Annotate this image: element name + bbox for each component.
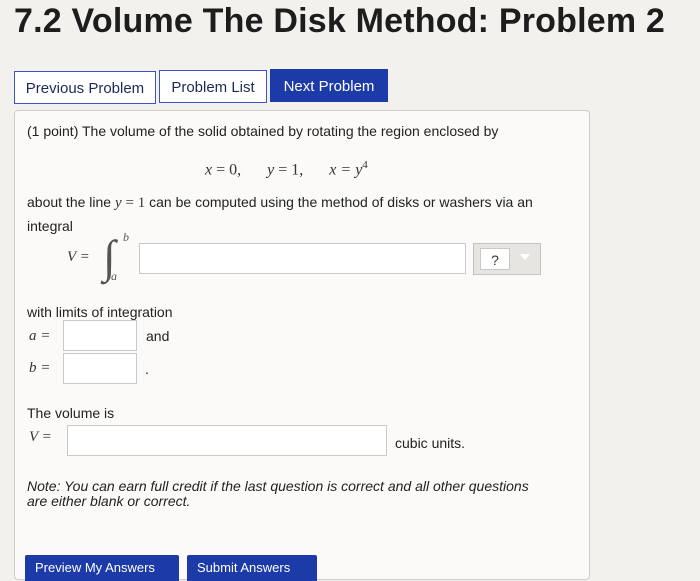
and-word: and — [146, 328, 170, 344]
cubic-units-label: cubic units. — [395, 435, 466, 451]
problem-list-button[interactable]: Problem List — [159, 70, 267, 103]
a-label: a = — [29, 328, 51, 344]
integral-lhs: V = — [67, 249, 90, 265]
about-post: can be computed using the method of disk… — [149, 194, 533, 210]
eq1-value: = 0, — [216, 161, 242, 179]
next-problem-button[interactable]: Next Problem — [270, 69, 388, 102]
preview-answers-button[interactable]: Preview My Answers — [25, 555, 179, 581]
upper-limit-input[interactable] — [63, 353, 137, 384]
page-title: 7.2 Volume The Disk Method: Problem 2 — [14, 2, 666, 40]
eq3-exponent: 4 — [362, 159, 368, 171]
submit-answers-button[interactable]: Submit Answers — [187, 555, 317, 581]
lower-limit: a — [111, 269, 117, 283]
previous-problem-button[interactable]: Previous Problem — [14, 71, 156, 104]
about-var: y — [114, 195, 122, 211]
b-label: b = — [29, 360, 51, 376]
units-selected-value: ? — [480, 248, 510, 270]
limits-intro: with limits of integration — [27, 304, 173, 320]
v-label: V = — [29, 429, 52, 445]
volume-intro: The volume is — [27, 405, 115, 421]
eq1-var: x — [205, 161, 213, 179]
region-equations: x = 0, y = 1, x = y4 — [205, 159, 368, 179]
eq2-value: = 1, — [278, 161, 304, 179]
units-dropdown[interactable]: ? — [473, 243, 541, 275]
volume-input[interactable] — [67, 425, 387, 456]
about-pre: about the line — [27, 194, 112, 210]
eq3-var: x — [329, 161, 337, 179]
chevron-down-icon — [520, 254, 530, 260]
note-line1: Note: You can earn full credit if the la… — [27, 478, 529, 494]
integrand-input[interactable] — [139, 243, 466, 274]
problem-panel: (1 point) The volume of the solid obtain… — [14, 110, 590, 581]
about-line2: integral — [27, 218, 73, 234]
rotation-axis-text: about the line y = 1 can be computed usi… — [27, 194, 533, 212]
b-period: . — [145, 361, 149, 377]
note-line2: are either blank or correct. — [27, 493, 191, 509]
lower-limit-input[interactable] — [63, 320, 137, 351]
eq3-rhs: = y — [340, 161, 363, 179]
eq2-var: y — [267, 161, 275, 179]
about-value: = 1 — [125, 195, 146, 211]
upper-limit: b — [123, 230, 129, 244]
problem-intro: (1 point) The volume of the solid obtain… — [27, 123, 499, 139]
